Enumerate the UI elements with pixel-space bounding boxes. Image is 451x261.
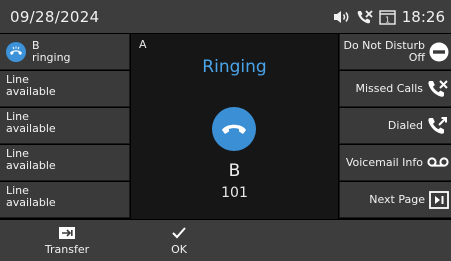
speaker-icon — [333, 10, 351, 24]
line-key-b-ringing[interactable]: B ringing — [0, 34, 130, 70]
line-key-name: B — [32, 38, 40, 52]
line-key-3[interactable]: Line available — [0, 108, 130, 144]
do-not-disturb-key[interactable]: Do Not Disturb Off — [339, 34, 451, 70]
line-key-4[interactable]: Line available — [0, 145, 130, 181]
softkey-bar: Transfer OK — [0, 220, 451, 261]
call-panel: A Ringing B 101 — [131, 34, 338, 219]
line-key-2[interactable]: Line available — [0, 71, 130, 107]
transfer-softkey[interactable]: Transfer — [36, 220, 98, 261]
voicemail-box-icon: 1 — [379, 9, 397, 25]
checkmark-icon — [172, 226, 186, 238]
line-key-5[interactable]: Line available — [0, 182, 130, 218]
hangup-handset-icon — [222, 124, 246, 134]
line-key-status: ringing — [32, 50, 71, 64]
ringing-handset-icon — [6, 41, 26, 62]
status-bar: 09/28/2024 1 18:26 — [0, 0, 451, 33]
missed-call-icon — [356, 9, 374, 25]
status-time: 18:26 — [401, 7, 445, 26]
dnd-state: Off — [408, 50, 425, 64]
next-page-icon — [429, 190, 449, 209]
status-date: 09/28/2024 — [10, 7, 100, 26]
dnd-label: Do Not Disturb Off — [343, 39, 425, 64]
status-icons: 1 18:26 — [333, 8, 445, 26]
dialed-key[interactable]: Dialed — [339, 108, 451, 144]
next-page-key[interactable]: Next Page — [339, 182, 451, 218]
missed-calls-label: Missed Calls — [355, 81, 423, 95]
line-key-status: available — [6, 85, 56, 98]
voicemail-count: 1 — [385, 15, 390, 24]
missed-calls-icon — [428, 79, 448, 97]
call-party-name: B — [228, 161, 241, 181]
voicemail-info-key[interactable]: Voicemail Info — [339, 145, 451, 181]
line-key-status: available — [6, 122, 56, 135]
dialed-icon — [428, 116, 447, 134]
line-key-status: available — [6, 196, 56, 209]
ok-softkey[interactable]: OK — [160, 220, 198, 261]
dnd-icon — [429, 42, 449, 61]
missed-calls-key[interactable]: Missed Calls — [339, 71, 451, 107]
call-party-number: 101 — [221, 185, 248, 201]
line-keys: B ringing Line available Line available … — [0, 34, 130, 219]
call-state: Ringing — [202, 57, 267, 77]
function-keys: Do Not Disturb Off Missed Calls Dialed V… — [339, 34, 451, 219]
voicemail-info-label: Voicemail Info — [345, 155, 423, 169]
ok-label: OK — [171, 242, 187, 256]
dialed-label: Dialed — [387, 118, 423, 132]
hangup-button[interactable] — [212, 107, 256, 151]
call-id: A — [139, 38, 147, 51]
line-key-status: available — [6, 159, 56, 172]
transfer-icon — [59, 226, 75, 239]
next-page-label: Next Page — [369, 192, 425, 206]
transfer-label: Transfer — [44, 242, 90, 256]
voicemail-icon — [427, 156, 449, 167]
